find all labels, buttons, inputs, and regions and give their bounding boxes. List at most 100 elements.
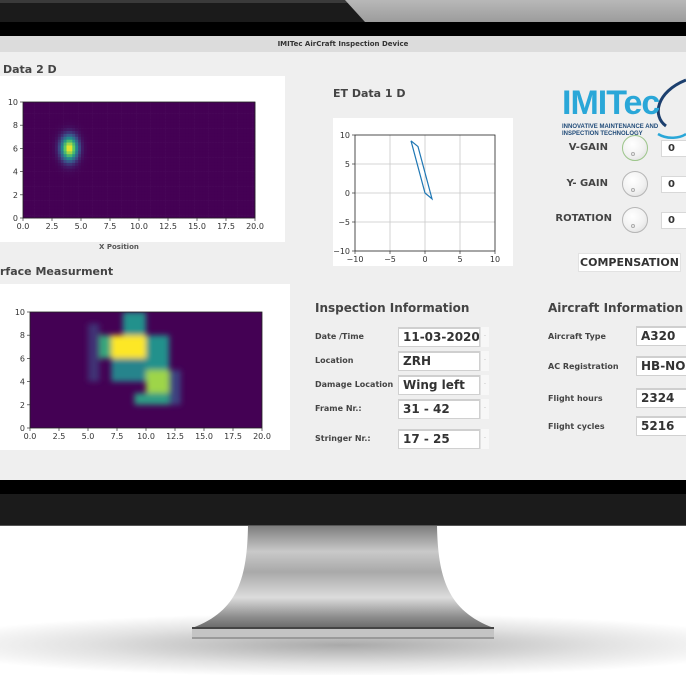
heatmap-cell <box>37 183 41 187</box>
heatmap-cell <box>40 200 44 204</box>
heatmap-cell <box>54 139 59 143</box>
knob-indicator-icon <box>631 152 635 156</box>
heatmap-cell <box>127 125 131 129</box>
heatmap-cell <box>226 113 230 117</box>
heatmap-cell <box>118 102 122 106</box>
heatmap-cell <box>78 212 82 216</box>
heatmap-cell <box>205 110 209 114</box>
y-gain-label: Y- GAIN <box>566 178 608 189</box>
heatmap-cell <box>139 165 143 169</box>
field-spin-icon[interactable]: - <box>480 351 489 371</box>
compensation-button[interactable]: COMPENSATION <box>578 253 681 272</box>
heatmap-cell <box>86 104 90 109</box>
aircraft-field-input[interactable]: 5216 <box>636 416 686 436</box>
heatmap-cell <box>69 186 73 190</box>
heatmap-cell <box>28 104 32 109</box>
heatmap-cell <box>31 122 35 126</box>
heatmap-cell <box>208 165 212 169</box>
v-gain-knob[interactable] <box>622 135 648 161</box>
heatmap-cell <box>127 122 131 126</box>
heatmap-cell <box>162 180 166 184</box>
heatmap-cell <box>228 122 233 126</box>
aircraft-field-input[interactable]: HB-NON <box>636 356 686 376</box>
heatmap-cell <box>31 162 35 167</box>
heatmap-cell <box>78 162 82 167</box>
y-gain-value[interactable]: 0 <box>661 176 686 193</box>
heatmap-cell <box>49 209 53 213</box>
heatmap-cell <box>46 191 50 196</box>
inspection-field-input[interactable]: 11-03-2020 <box>398 327 480 347</box>
heatmap-cell <box>194 160 198 164</box>
heatmap-cell <box>208 174 212 178</box>
heatmap-cell <box>54 197 59 201</box>
aircraft-field-input[interactable]: 2324 <box>636 388 686 408</box>
heatmap-cell <box>153 200 157 204</box>
heatmap-cell <box>237 194 241 198</box>
rotation-knob[interactable] <box>622 207 648 233</box>
heatmap-cell <box>208 107 212 111</box>
heatmap-cell <box>86 131 90 135</box>
heatmap-cell <box>150 168 154 172</box>
y-gain-knob[interactable] <box>622 171 648 197</box>
inspection-field-input[interactable]: Wing left <box>398 375 480 395</box>
heatmap-cell <box>182 197 186 201</box>
heatmap-cell <box>159 200 163 204</box>
heatmap-cell <box>182 139 186 143</box>
heatmap-cell <box>81 160 85 164</box>
heatmap-cell <box>92 139 96 143</box>
inspection-field-input[interactable]: 31 - 42 <box>398 399 480 419</box>
heatmap-cell <box>31 139 35 143</box>
heatmap-cell <box>130 104 134 109</box>
heatmap-cell <box>214 157 218 161</box>
heatmap-cell <box>185 183 189 187</box>
heatmap-cell <box>112 102 117 106</box>
heatmap-cell <box>173 119 177 123</box>
heatmap-cell <box>197 174 201 178</box>
heatmap-cell <box>136 119 140 123</box>
heatmap-cell <box>92 131 96 135</box>
heatmap-cell <box>130 177 134 181</box>
heatmap-cell <box>141 168 146 172</box>
rotation-value[interactable]: 0 <box>661 212 686 229</box>
heatmap-cell <box>176 200 180 204</box>
heatmap-cell <box>231 151 235 155</box>
heatmap-cell <box>43 212 47 216</box>
heatmap-cell <box>168 128 172 132</box>
field-spin-icon[interactable]: - <box>480 375 489 395</box>
heatmap-cell <box>205 206 209 210</box>
heatmap-cell <box>185 133 189 138</box>
heatmap-cell <box>185 113 189 117</box>
heatmap-cell <box>205 136 209 140</box>
heatmap-cell <box>191 122 195 126</box>
heatmap-cell <box>130 142 134 146</box>
heatmap-cell <box>165 165 169 169</box>
heatmap-cell <box>78 113 82 117</box>
field-spin-icon[interactable]: - <box>480 399 489 419</box>
aircraft-field-input[interactable]: A320 <box>636 326 686 346</box>
heatmap-cell <box>54 125 59 129</box>
heatmap-cell <box>168 107 172 111</box>
heatmap-cell <box>179 154 183 158</box>
heatmap-cell <box>37 191 41 196</box>
field-spin-icon[interactable]: - <box>480 429 489 449</box>
inspection-field-input[interactable]: 17 - 25 <box>398 429 480 449</box>
heatmap-cell <box>98 139 102 143</box>
heatmap-cell <box>168 177 172 181</box>
inspection-title: Inspection Information <box>315 301 470 315</box>
heatmap-cell <box>240 189 244 193</box>
heatmap-cell <box>202 154 206 158</box>
heatmap-cell <box>226 133 230 138</box>
heatmap-cell <box>107 177 111 181</box>
heatmap-cell <box>194 145 198 149</box>
field-spin-icon[interactable]: - <box>480 327 489 347</box>
heatmap-cell <box>211 171 215 175</box>
inspection-field-input[interactable]: ZRH <box>398 351 480 371</box>
heatmap-cell <box>246 116 250 120</box>
v-gain-value[interactable]: 0 <box>661 140 686 157</box>
heatmap-cell <box>34 191 38 196</box>
heatmap-cell <box>188 110 192 114</box>
heatmap-cell <box>136 154 140 158</box>
inspection-field-label: Stringer Nr.: <box>315 434 371 443</box>
heatmap-cell <box>199 157 204 161</box>
heatmap-cell <box>69 168 73 172</box>
